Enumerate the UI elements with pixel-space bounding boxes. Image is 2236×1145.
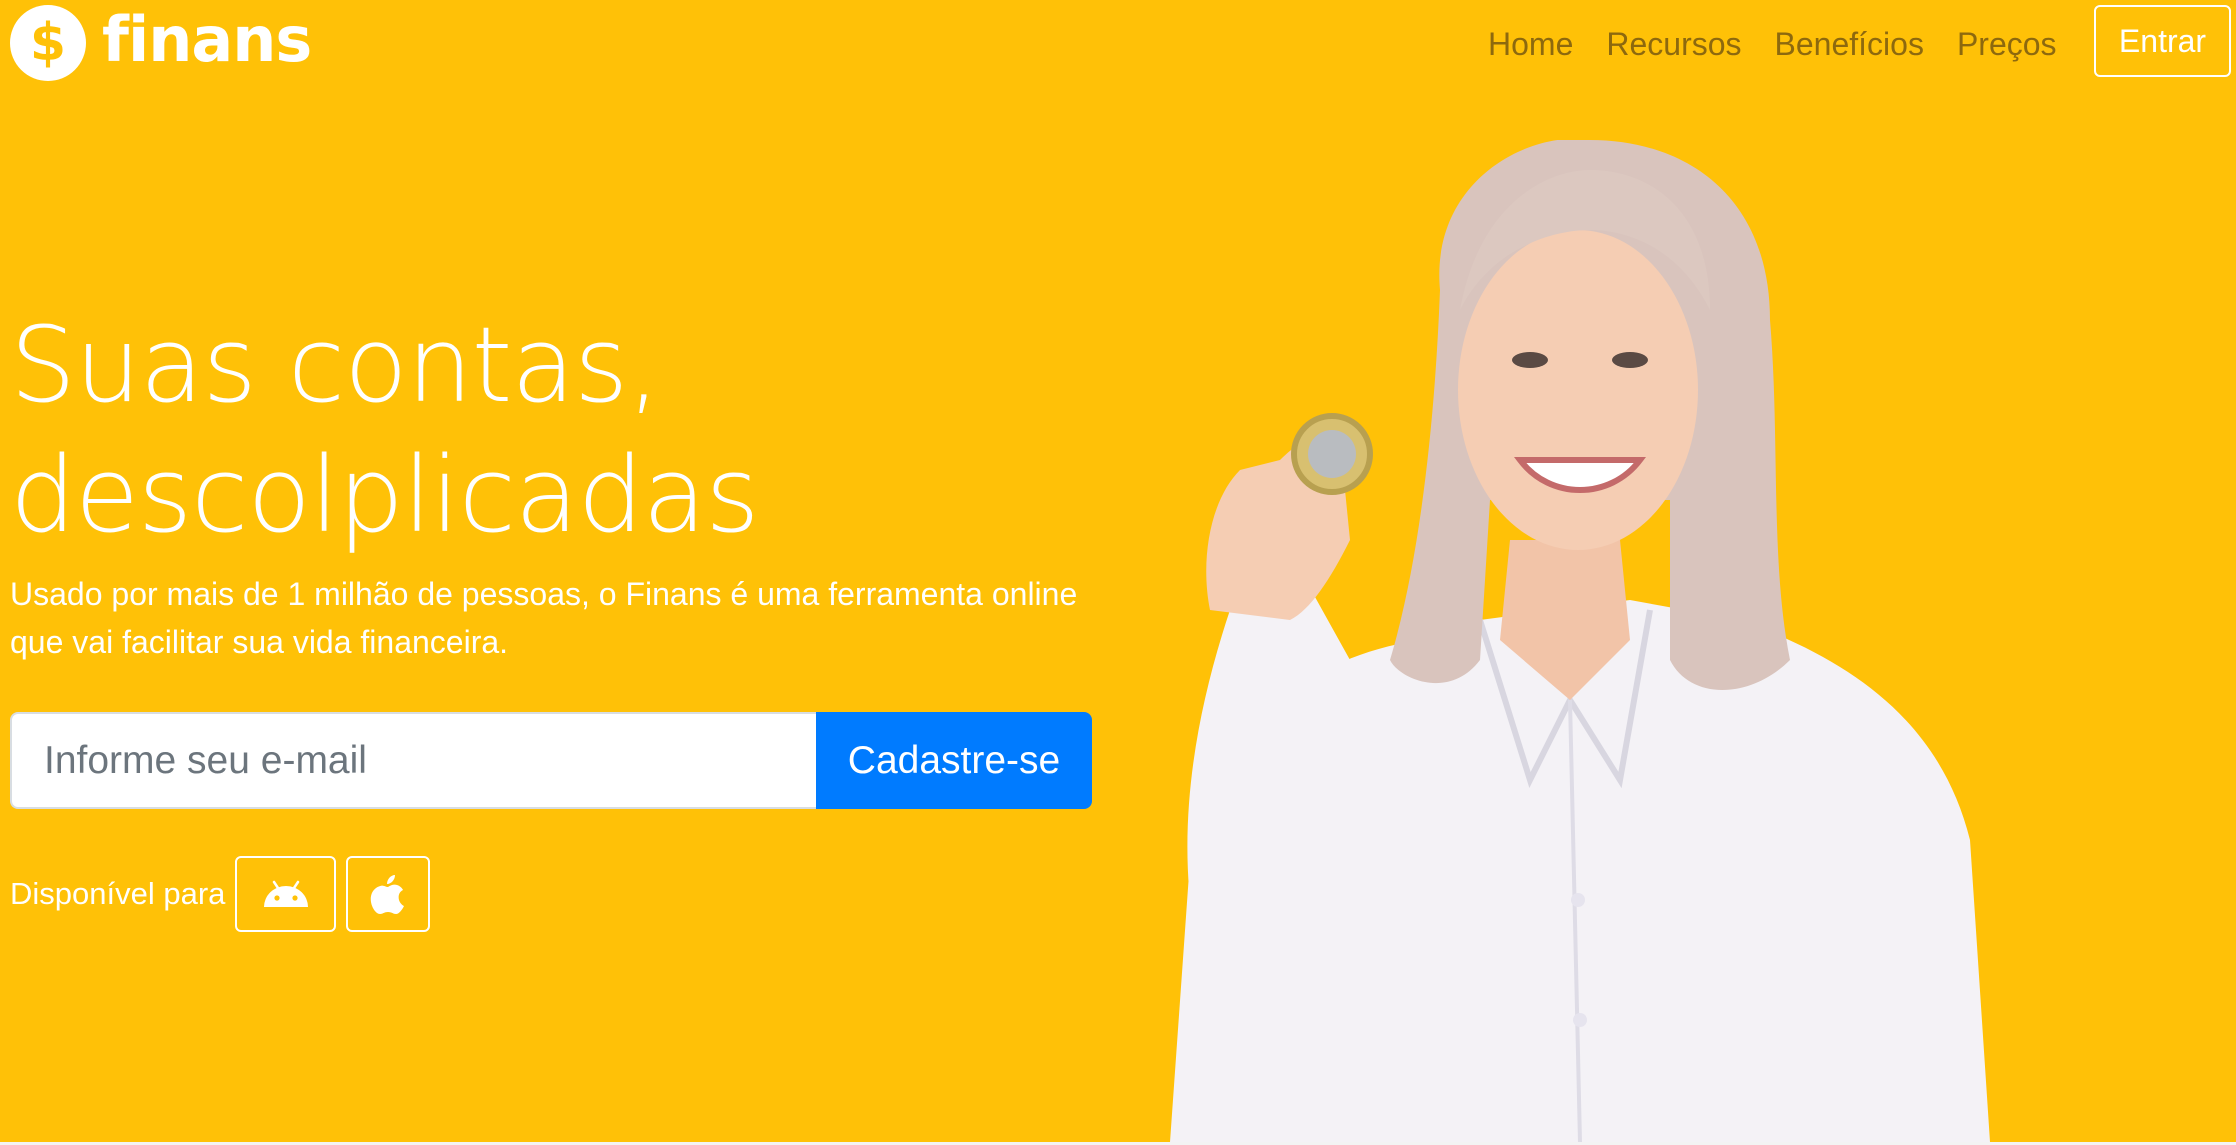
hero-section: $ finans Home Recursos Benefícios Preços… <box>0 0 2236 1142</box>
signup-form: Cadastre-se <box>10 712 1092 809</box>
arm <box>1187 570 1350 1142</box>
brand-name: finans <box>102 3 312 76</box>
availability-label: Disponível para <box>10 876 226 911</box>
apple-icon <box>371 875 405 914</box>
hero-headline: Suas contas, descolplicadas <box>10 300 1110 560</box>
signup-button[interactable]: Cadastre-se <box>816 712 1092 809</box>
email-input[interactable] <box>10 712 816 809</box>
headline-line-2: descolplicadas <box>10 434 760 556</box>
hero-lead: Usado por mais de 1 milhão de pessoas, o… <box>10 570 1090 666</box>
android-icon <box>263 880 308 907</box>
lead-line-1: Usado por mais de 1 milhão de pessoas, o… <box>10 576 1078 612</box>
availability-row: Disponível para <box>10 856 431 932</box>
headline-line-1: Suas contas, <box>10 304 660 426</box>
nav-link-home[interactable]: Home <box>1488 22 1573 66</box>
android-store-button[interactable] <box>235 856 337 932</box>
apple-store-button[interactable] <box>346 856 431 932</box>
nav-link-precos[interactable]: Preços <box>1957 22 2057 66</box>
hero-photo <box>1170 140 1990 1142</box>
face <box>1458 230 1698 550</box>
login-button[interactable]: Entrar <box>2094 5 2231 77</box>
brand-logo[interactable]: $ finans <box>10 3 312 81</box>
nav-link-beneficios[interactable]: Benefícios <box>1775 22 1924 66</box>
lead-line-2: que vai facilitar sua vida financeira. <box>10 624 509 660</box>
nav-link-recursos[interactable]: Recursos <box>1606 22 1741 66</box>
dollar-coin-icon: $ <box>10 5 86 81</box>
main-nav: Home Recursos Benefícios Preços <box>1488 22 2057 66</box>
